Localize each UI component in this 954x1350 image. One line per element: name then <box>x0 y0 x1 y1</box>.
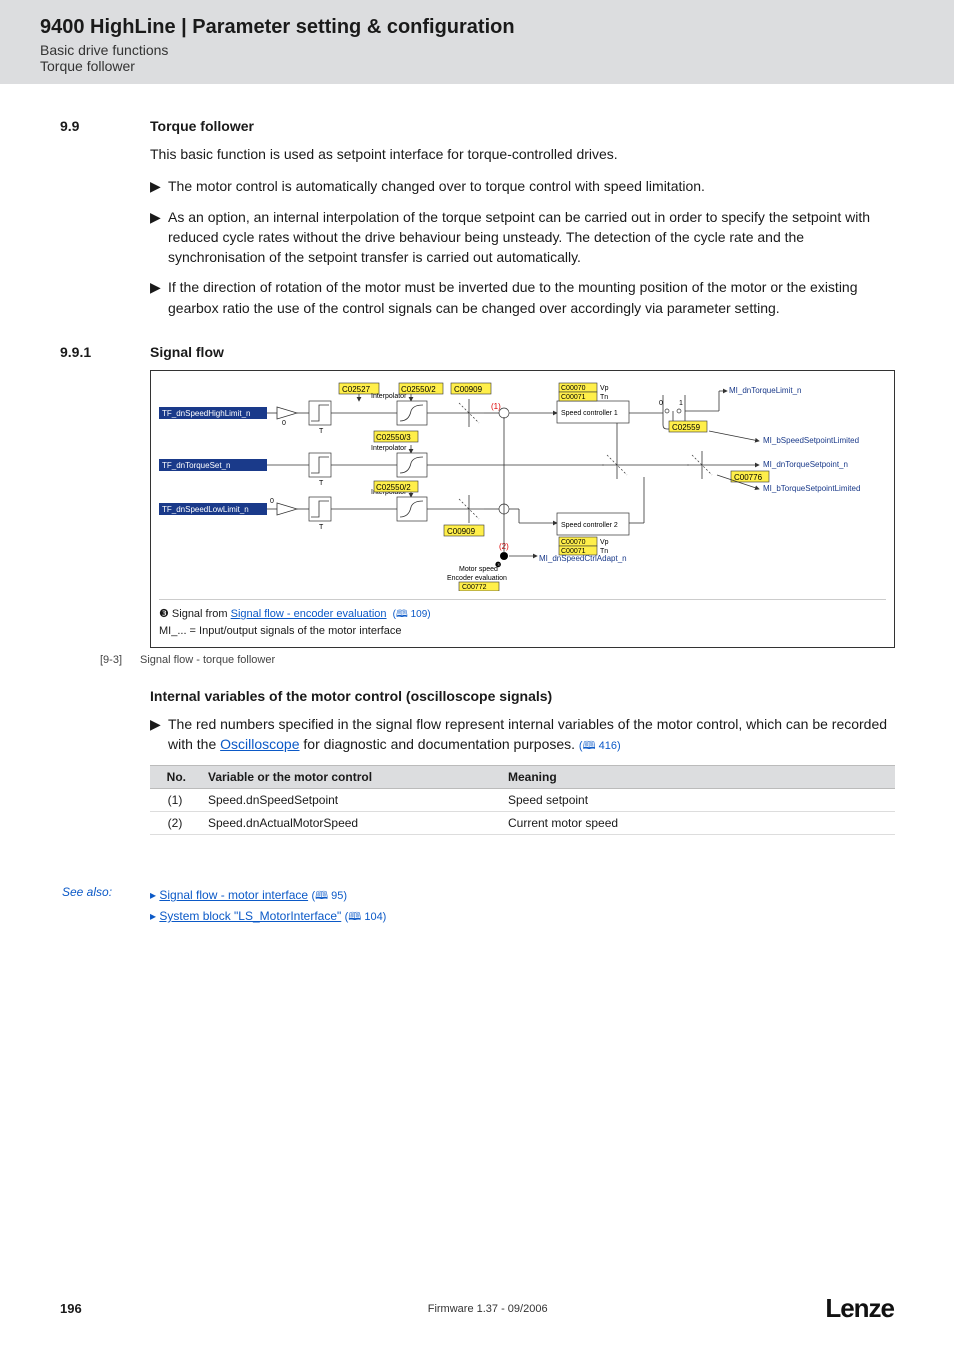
section-num: 9.9.1 <box>60 344 150 360</box>
see-also: See also: ▸ Signal flow - motor interfac… <box>60 885 894 926</box>
firmware-text: Firmware 1.37 - 09/2006 <box>150 1303 825 1315</box>
out-torqlim: MI_dnTorqueLimit_n <box>729 386 801 395</box>
code-c00772: C00772 <box>462 584 487 591</box>
th-var: Variable or the motor control <box>200 766 500 789</box>
legend-mi: MI_... = Input/output signals of the mot… <box>159 623 886 640</box>
figcap-text: Signal flow - torque follower <box>140 654 275 666</box>
section-991: 9.9.1 Signal flow <box>60 344 894 360</box>
limiter-mid <box>602 451 632 479</box>
triangle-icon: ▸ <box>150 888 159 902</box>
doc-sub1: Basic drive functions <box>40 42 914 58</box>
legend-prefix: ❸ Signal from <box>159 608 231 620</box>
code-c02550-2a: C02550/2 <box>401 385 436 394</box>
osc-bullet-body: The red numbers specified in the signal … <box>168 714 894 755</box>
lbl-vp2: Vp <box>600 539 609 546</box>
sig-in-hi: TF_dnSpeedHighLimit_n <box>162 409 251 418</box>
bullet-1: ▶ The motor control is automatically cha… <box>150 176 894 196</box>
figure-caption: [9-3] Signal flow - torque follower <box>100 654 894 666</box>
code-c00071a: C00071 <box>561 394 586 401</box>
bullet-text: The motor control is automatically chang… <box>168 176 894 196</box>
doc-title: 9400 HighLine | Parameter setting & conf… <box>40 16 914 39</box>
intro-text: This basic function is used as setpoint … <box>150 144 894 164</box>
sig-in-lo: TF_dnSpeedLowLimit_n <box>162 505 249 514</box>
out-spdlim: MI_bSpeedSetpointLimited <box>763 436 859 445</box>
limiter-mid2 <box>687 451 717 479</box>
seealso-label: See also: <box>60 885 150 899</box>
table-row: (1) Speed.dnSpeedSetpoint Speed setpoint <box>150 789 895 812</box>
section-99: 9.9 Torque follower <box>60 118 894 134</box>
seealso-link-2[interactable]: System block "LS_MotorInterface" <box>159 909 341 923</box>
diagram-svg: TF_dnSpeedHighLimit_n TF_dnTorqueSet_n T… <box>159 381 884 591</box>
table-row: (2) Speed.dnActualMotorSpeed Current mot… <box>150 812 895 835</box>
bullet-3: ▶ If the direction of rotation of the mo… <box>150 277 894 318</box>
svg-text:T: T <box>319 524 324 531</box>
svg-text:T: T <box>319 428 324 435</box>
bullet-text: As an option, an internal interpolation … <box>168 207 894 268</box>
code-c00909b: C00909 <box>447 527 476 536</box>
sig-in-tq: TF_dnTorqueSet_n <box>162 461 231 470</box>
code-c00070b: C00070 <box>561 539 586 546</box>
code-c02550-3: C02550/3 <box>376 433 411 442</box>
triangle-icon: ▸ <box>150 909 159 923</box>
bullet-icon: ▶ <box>150 207 168 268</box>
bullet-2: ▶ As an option, an internal interpolatio… <box>150 207 894 268</box>
lbl-encoder: Encoder evaluation <box>447 575 507 582</box>
code-c02527: C02527 <box>342 385 371 394</box>
code-c00070a: C00070 <box>561 385 586 392</box>
doc-sub2: Torque follower <box>40 58 914 74</box>
inverter-lo: 0 <box>270 498 297 515</box>
figcap-num: [9-3] <box>100 654 122 666</box>
limiter-bot <box>454 495 484 523</box>
osc-link[interactable]: Oscilloscope <box>220 736 299 752</box>
lbl-tn1: Tn <box>600 394 608 401</box>
bullet-text: If the direction of rotation of the moto… <box>168 277 894 318</box>
seealso-link-1[interactable]: Signal flow - motor interface <box>159 888 308 902</box>
code-c00909a: C00909 <box>454 385 483 394</box>
svg-text:T: T <box>319 480 324 487</box>
page-footer: 196 Firmware 1.37 - 09/2006 Lenze <box>0 1293 954 1324</box>
lbl-motorspeed: Motor speed <box>459 566 498 573</box>
rednum-1: (1) <box>491 402 501 411</box>
svg-text:0: 0 <box>659 400 663 407</box>
table-header-row: No. Variable or the motor control Meanin… <box>150 766 895 789</box>
limiter-top <box>454 399 484 427</box>
lbl-sc2: Speed controller 2 <box>561 522 618 529</box>
lbl-sc1: Speed controller 1 <box>561 410 618 417</box>
osc-heading: Internal variables of the motor control … <box>150 688 894 704</box>
lenze-logo: Lenze <box>825 1293 894 1324</box>
legend-link[interactable]: Signal flow - encoder evaluation <box>231 608 387 620</box>
th-no: No. <box>150 766 200 789</box>
diagram-legend: ❸ Signal from Signal flow - encoder eval… <box>159 599 886 639</box>
lbl-interp2: Interpolator <box>371 445 407 452</box>
svg-text:1: 1 <box>679 400 683 407</box>
bullet-icon: ▶ <box>150 176 168 196</box>
variables-table: No. Variable or the motor control Meanin… <box>150 765 895 835</box>
content-area: 9.9 Torque follower This basic function … <box>0 84 954 927</box>
bullet-icon: ▶ <box>150 714 168 755</box>
seealso-body: ▸ Signal flow - motor interface (🕮 95) ▸… <box>150 885 386 926</box>
code-c02559: C02559 <box>672 423 701 432</box>
osc-bullet: ▶ The red numbers specified in the signa… <box>150 714 894 755</box>
inverter-hi: 0 <box>277 407 297 427</box>
section-heading: Torque follower <box>150 118 254 134</box>
svg-text:0: 0 <box>282 420 286 427</box>
section-num: 9.9 <box>60 118 150 134</box>
seealso-pg-2: (🕮 104) <box>345 911 387 923</box>
out-torqset: MI_dnTorqueSetpoint_n <box>763 460 848 469</box>
legend-page: (🕮 109) <box>393 609 431 620</box>
section-heading: Signal flow <box>150 344 224 360</box>
lbl-vp1: Vp <box>600 385 609 392</box>
signal-flow-diagram: TF_dnSpeedHighLimit_n TF_dnTorqueSet_n T… <box>150 370 895 648</box>
out-torqsetlim: MI_bTorqueSetpointLimited <box>763 484 860 493</box>
code-c00776: C00776 <box>734 473 763 482</box>
svg-text:0: 0 <box>270 498 274 505</box>
out-spdadapt: MI_dnSpeedCtrlAdapt_n <box>539 554 627 563</box>
th-mean: Meaning <box>500 766 895 789</box>
header-band: 9400 HighLine | Parameter setting & conf… <box>0 0 954 84</box>
page-number: 196 <box>60 1301 150 1316</box>
code-c02550-2b: C02550/2 <box>376 483 411 492</box>
bullet-icon: ▶ <box>150 277 168 318</box>
seealso-pg-1: (🕮 95) <box>311 890 347 902</box>
osc-pg: (🕮 416) <box>579 740 621 752</box>
